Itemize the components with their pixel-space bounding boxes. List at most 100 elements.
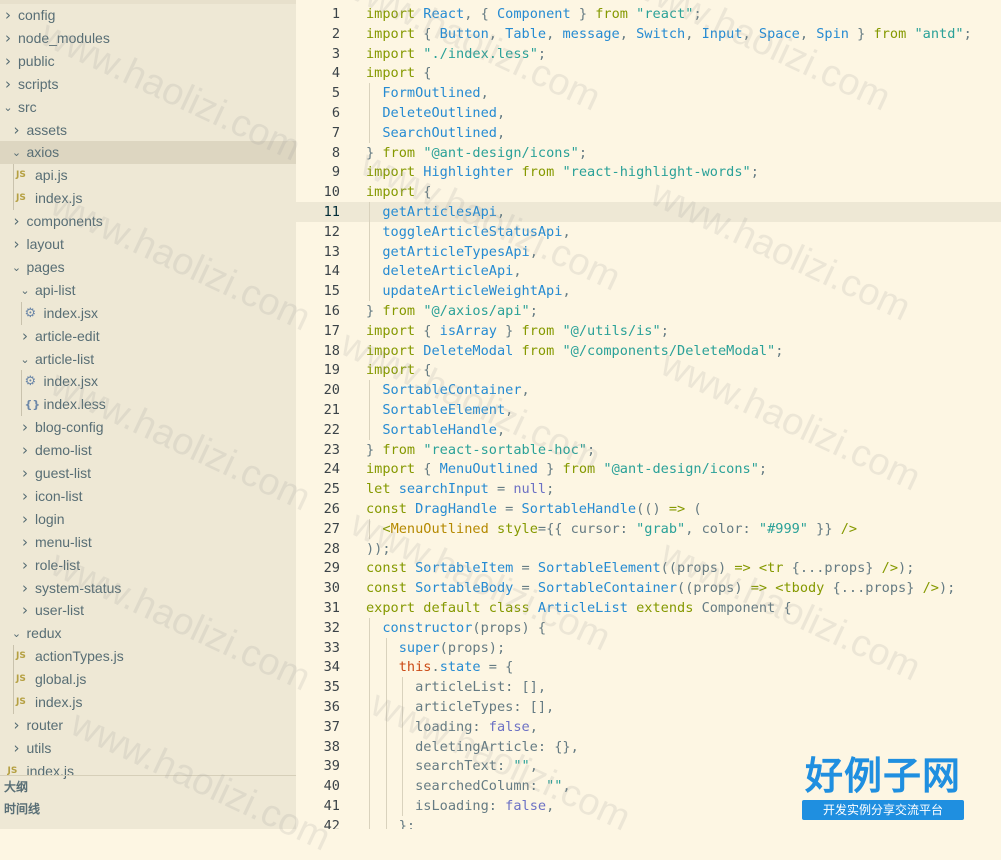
code-line[interactable]: 34 this.state = { xyxy=(296,657,1001,677)
tree-file-actiontypes-js[interactable]: JS actionTypes.js xyxy=(0,645,296,668)
code-line[interactable]: 14 deleteArticleApi, xyxy=(296,261,1001,281)
code-line[interactable]: 28)); xyxy=(296,539,1001,559)
chevron-right-icon[interactable]: › xyxy=(19,577,31,600)
code-line[interactable]: 32 constructor(props) { xyxy=(296,618,1001,638)
code-line[interactable]: 7 SearchOutlined, xyxy=(296,123,1001,143)
code-line[interactable]: 13 getArticleTypesApi, xyxy=(296,242,1001,262)
chevron-right-icon[interactable]: › xyxy=(19,508,31,531)
tree-folder-axios[interactable]: ⌄ axios xyxy=(0,141,296,165)
chevron-right-icon[interactable]: › xyxy=(19,416,31,439)
tree-file-index-jsx[interactable]: ⚙ index.jsx xyxy=(0,302,296,325)
chevron-right-icon[interactable]: › xyxy=(11,714,23,737)
chevron-right-icon[interactable]: › xyxy=(19,462,31,485)
chevron-right-icon[interactable]: › xyxy=(19,531,31,554)
chevron-right-icon[interactable]: › xyxy=(19,599,31,622)
code-line[interactable]: 21 SortableElement, xyxy=(296,400,1001,420)
code-line[interactable]: 6 DeleteOutlined, xyxy=(296,103,1001,123)
tree-folder-components[interactable]: › components xyxy=(0,210,296,233)
code-line[interactable]: 4 import { xyxy=(296,63,1001,83)
tree-file-global-js[interactable]: JS global.js xyxy=(0,668,296,691)
code-line[interactable]: 12 toggleArticleStatusApi, xyxy=(296,222,1001,242)
code-line[interactable]: 26 const DragHandle = SortableHandle(() =… xyxy=(296,499,1001,519)
code-line[interactable]: 23} from "react-sortable-hoc"; xyxy=(296,440,1001,460)
tree-folder-api-list[interactable]: ⌄ api-list xyxy=(0,279,296,302)
tree-folder-article-list[interactable]: ⌄ article-list xyxy=(0,348,296,371)
chevron-right-icon[interactable]: › xyxy=(2,50,14,73)
tree-file-api-js[interactable]: JS api.js xyxy=(0,164,296,187)
chevron-right-icon[interactable]: › xyxy=(2,73,14,96)
tree-folder-config[interactable]: › config xyxy=(0,4,296,27)
tree-folder-icon-list[interactable]: › icon-list xyxy=(0,485,296,508)
chevron-right-icon[interactable]: › xyxy=(2,27,14,50)
code-line[interactable]: 33 super(props); xyxy=(296,638,1001,658)
code-line[interactable]: 20 SortableContainer, xyxy=(296,380,1001,400)
tree-folder-utils[interactable]: › utils xyxy=(0,737,296,760)
code-text: let searchInput = null; xyxy=(366,481,555,498)
code-line[interactable]: 24 import { MenuOutlined } from "@ant-des… xyxy=(296,459,1001,479)
tree-folder-menu-list[interactable]: › menu-list xyxy=(0,531,296,554)
tree-folder-article-edit[interactable]: › article-edit xyxy=(0,325,296,348)
code-line[interactable]: 27 <MenuOutlined style={{ cursor: "grab"… xyxy=(296,519,1001,539)
tree-folder-node-modules[interactable]: › node_modules xyxy=(0,27,296,50)
code-line[interactable]: 17 import { isArray } from "@/utils/is"; xyxy=(296,321,1001,341)
tree-item-label: assets xyxy=(26,121,67,138)
timeline-panel-header[interactable]: 时间线 xyxy=(0,798,296,821)
tree-file-index-less[interactable]: {} index.less xyxy=(0,393,296,416)
code-line[interactable]: 10 import { xyxy=(296,182,1001,202)
tree-folder-layout[interactable]: › layout xyxy=(0,233,296,256)
tree-file-index-js[interactable]: JS index.js xyxy=(0,187,296,210)
tree-folder-public[interactable]: › public xyxy=(0,50,296,73)
code-line[interactable]: 9 import Highlighter from "react-highligh… xyxy=(296,162,1001,182)
tree-folder-scripts[interactable]: › scripts xyxy=(0,73,296,96)
chevron-right-icon[interactable]: › xyxy=(19,439,31,462)
tree-folder-blog-config[interactable]: › blog-config xyxy=(0,416,296,439)
chevron-down-icon[interactable]: ⌄ xyxy=(11,141,23,164)
code-line[interactable]: 16} from "@/axios/api"; xyxy=(296,301,1001,321)
tree-folder-guest-list[interactable]: › guest-list xyxy=(0,462,296,485)
chevron-right-icon[interactable]: › xyxy=(11,737,23,760)
chevron-down-icon[interactable]: ⌄ xyxy=(11,256,23,279)
tree-folder-system-status[interactable]: › system-status xyxy=(0,577,296,600)
tree-folder-demo-list[interactable]: › demo-list xyxy=(0,439,296,462)
chevron-down-icon[interactable]: ⌄ xyxy=(19,348,31,371)
chevron-down-icon[interactable]: ⌄ xyxy=(11,622,23,645)
code-line[interactable]: 15 updateArticleWeightApi, xyxy=(296,281,1001,301)
outline-panel-header[interactable]: 大纲 xyxy=(0,775,296,798)
code-editor[interactable]: 1 import React, { Component } from "react… xyxy=(296,0,1001,829)
tree-folder-redux[interactable]: ⌄ redux xyxy=(0,622,296,645)
chevron-right-icon[interactable]: › xyxy=(11,233,23,256)
code-line[interactable]: 19 import { xyxy=(296,360,1001,380)
indent-guide xyxy=(369,202,370,301)
code-line[interactable]: 25 let searchInput = null; xyxy=(296,479,1001,499)
tree-folder-src[interactable]: ⌄ src xyxy=(0,96,296,119)
tree-folder-router[interactable]: › router xyxy=(0,714,296,737)
code-line[interactable]: 31 export default class ArticleList exten… xyxy=(296,598,1001,618)
tree-folder-assets[interactable]: › assets xyxy=(0,119,296,142)
tree-folder-pages[interactable]: ⌄ pages xyxy=(0,256,296,279)
code-line[interactable]: 22 SortableHandle, xyxy=(296,420,1001,440)
code-line[interactable]: 11 getArticlesApi, xyxy=(296,202,1001,222)
chevron-right-icon[interactable]: › xyxy=(11,119,23,142)
chevron-right-icon[interactable]: › xyxy=(19,554,31,577)
code-line[interactable]: 5 FormOutlined, xyxy=(296,83,1001,103)
chevron-right-icon[interactable]: › xyxy=(19,325,31,348)
chevron-right-icon[interactable]: › xyxy=(11,210,23,233)
code-line[interactable]: 18 import DeleteModal from "@/components/… xyxy=(296,341,1001,361)
code-line[interactable]: 1 import React, { Component } from "react… xyxy=(296,4,1001,24)
tree-folder-user-list[interactable]: › user-list xyxy=(0,599,296,622)
code-text: import { isArray } from "@/utils/is"; xyxy=(366,322,669,339)
code-line[interactable]: 2 import { Button, Table, message, Switch… xyxy=(296,24,1001,44)
tree-folder-role-list[interactable]: › role-list xyxy=(0,554,296,577)
tree-folder-login[interactable]: › login xyxy=(0,508,296,531)
tree-file-index-js[interactable]: JS index.js xyxy=(0,691,296,714)
chevron-down-icon[interactable]: ⌄ xyxy=(2,96,14,119)
code-line[interactable]: 3 import "./index.less"; xyxy=(296,44,1001,64)
chevron-right-icon[interactable]: › xyxy=(2,4,14,27)
code-line[interactable]: 29 const SortableItem = SortableElement((… xyxy=(296,558,1001,578)
chevron-right-icon[interactable]: › xyxy=(19,485,31,508)
line-number: 23 xyxy=(323,441,340,458)
tree-file-index-jsx[interactable]: ⚙ index.jsx xyxy=(0,370,296,393)
code-line[interactable]: 8} from "@ant-design/icons"; xyxy=(296,143,1001,163)
chevron-down-icon[interactable]: ⌄ xyxy=(19,279,31,302)
code-line[interactable]: 30 const SortableBody = SortableContainer… xyxy=(296,578,1001,598)
